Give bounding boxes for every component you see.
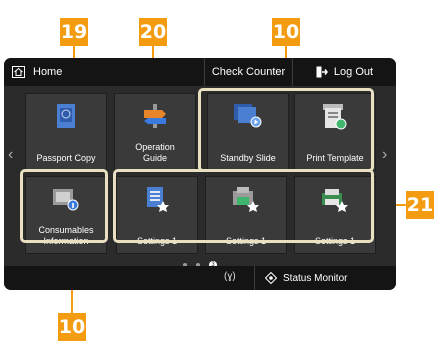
callout-badge-21: 21 — [406, 191, 434, 219]
callout-badge-19: 19 — [60, 18, 88, 46]
check-counter-button[interactable]: Check Counter — [204, 58, 292, 86]
previous-page-arrow[interactable]: ‹ — [8, 146, 13, 164]
status-monitor-button[interactable]: Status Monitor — [254, 266, 396, 290]
check-counter-label: Check Counter — [211, 66, 286, 78]
top-bar: Home Check Counter Log Out — [4, 58, 396, 86]
network-status-icon: (ɣ) — [224, 271, 236, 282]
home-button[interactable]: Home — [4, 58, 204, 86]
status-monitor-icon — [265, 272, 277, 284]
callout-badge-20: 20 — [139, 18, 167, 46]
home-label: Home — [33, 66, 63, 78]
highlight-group-21 — [113, 169, 374, 243]
log-out-button[interactable]: Log Out — [292, 58, 396, 86]
home-icon — [12, 66, 25, 78]
bottom-bar: (ɣ) Status Monitor — [4, 266, 396, 290]
callout-badge-10-top: 10 — [272, 18, 300, 46]
next-page-arrow[interactable]: › — [382, 146, 387, 164]
tile-label: Operation Guide — [135, 142, 175, 163]
highlight-group-10-top — [198, 88, 374, 172]
tile-operation-guide[interactable]: Operation Guide — [114, 93, 196, 171]
callout-badge-10-bottom: 10 — [58, 313, 86, 341]
operation-guide-icon — [144, 104, 166, 128]
passport-icon — [57, 104, 75, 128]
status-monitor-label: Status Monitor — [283, 272, 348, 284]
tile-passport-copy[interactable]: Passport Copy — [25, 93, 107, 171]
log-out-label: Log Out — [333, 66, 374, 78]
log-out-icon — [316, 66, 328, 78]
highlight-group-10-bottom — [20, 169, 108, 243]
tile-label: Passport Copy — [36, 153, 96, 163]
